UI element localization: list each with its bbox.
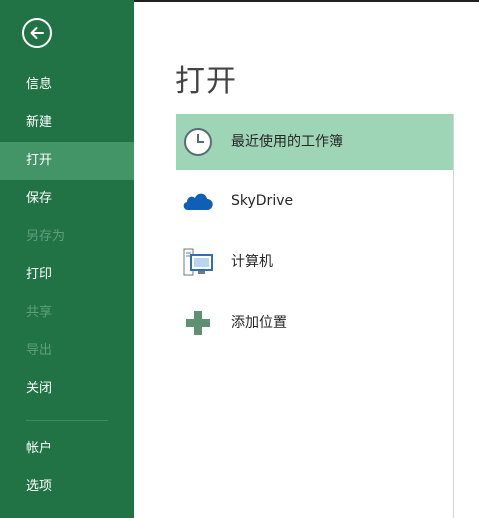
nav-item-new[interactable]: 新建 <box>0 104 134 142</box>
nav-item-open[interactable]: 打开 <box>0 142 134 180</box>
places-panel-divider <box>453 114 454 518</box>
place-label: 添加位置 <box>231 315 287 331</box>
nav-item-print[interactable]: 打印 <box>0 256 134 294</box>
nav-item-export: 导出 <box>26 343 53 358</box>
nav-item-save[interactable]: 保存 <box>0 180 134 218</box>
nav-item-options[interactable]: 选项 <box>0 468 134 506</box>
place-label: 计算机 <box>231 254 273 270</box>
nav-item-account[interactable]: 帐户 <box>0 430 134 468</box>
place-skydrive[interactable]: SkyDrive <box>176 173 453 229</box>
plus-icon <box>186 311 210 335</box>
place-computer[interactable]: 计算机 <box>176 234 453 290</box>
nav-item-save-as: 另存为 <box>26 229 66 244</box>
window-top-edge <box>134 0 479 2</box>
page-title: 打开 <box>175 64 237 99</box>
place-label: SkyDrive <box>231 193 294 209</box>
nav-item-close[interactable]: 关闭 <box>0 370 134 408</box>
nav-item-info[interactable]: 信息 <box>0 66 134 104</box>
cloud-icon <box>183 193 213 210</box>
place-label: 最近使用的工作簿 <box>231 134 343 150</box>
backstage-sidebar: 信息 新建 打开 保存 另存为 打印 共享 导出 关闭 帐户 选项 <box>0 0 134 518</box>
nav-item-share: 共享 <box>26 305 53 320</box>
back-button[interactable] <box>22 18 52 48</box>
clock-icon <box>184 128 212 156</box>
sidebar-divider <box>26 420 108 421</box>
arrow-left-icon <box>30 27 44 39</box>
place-add-location[interactable]: 添加位置 <box>176 295 453 351</box>
computer-icon <box>183 248 213 276</box>
place-recent-workbooks[interactable]: 最近使用的工作簿 <box>176 114 453 170</box>
